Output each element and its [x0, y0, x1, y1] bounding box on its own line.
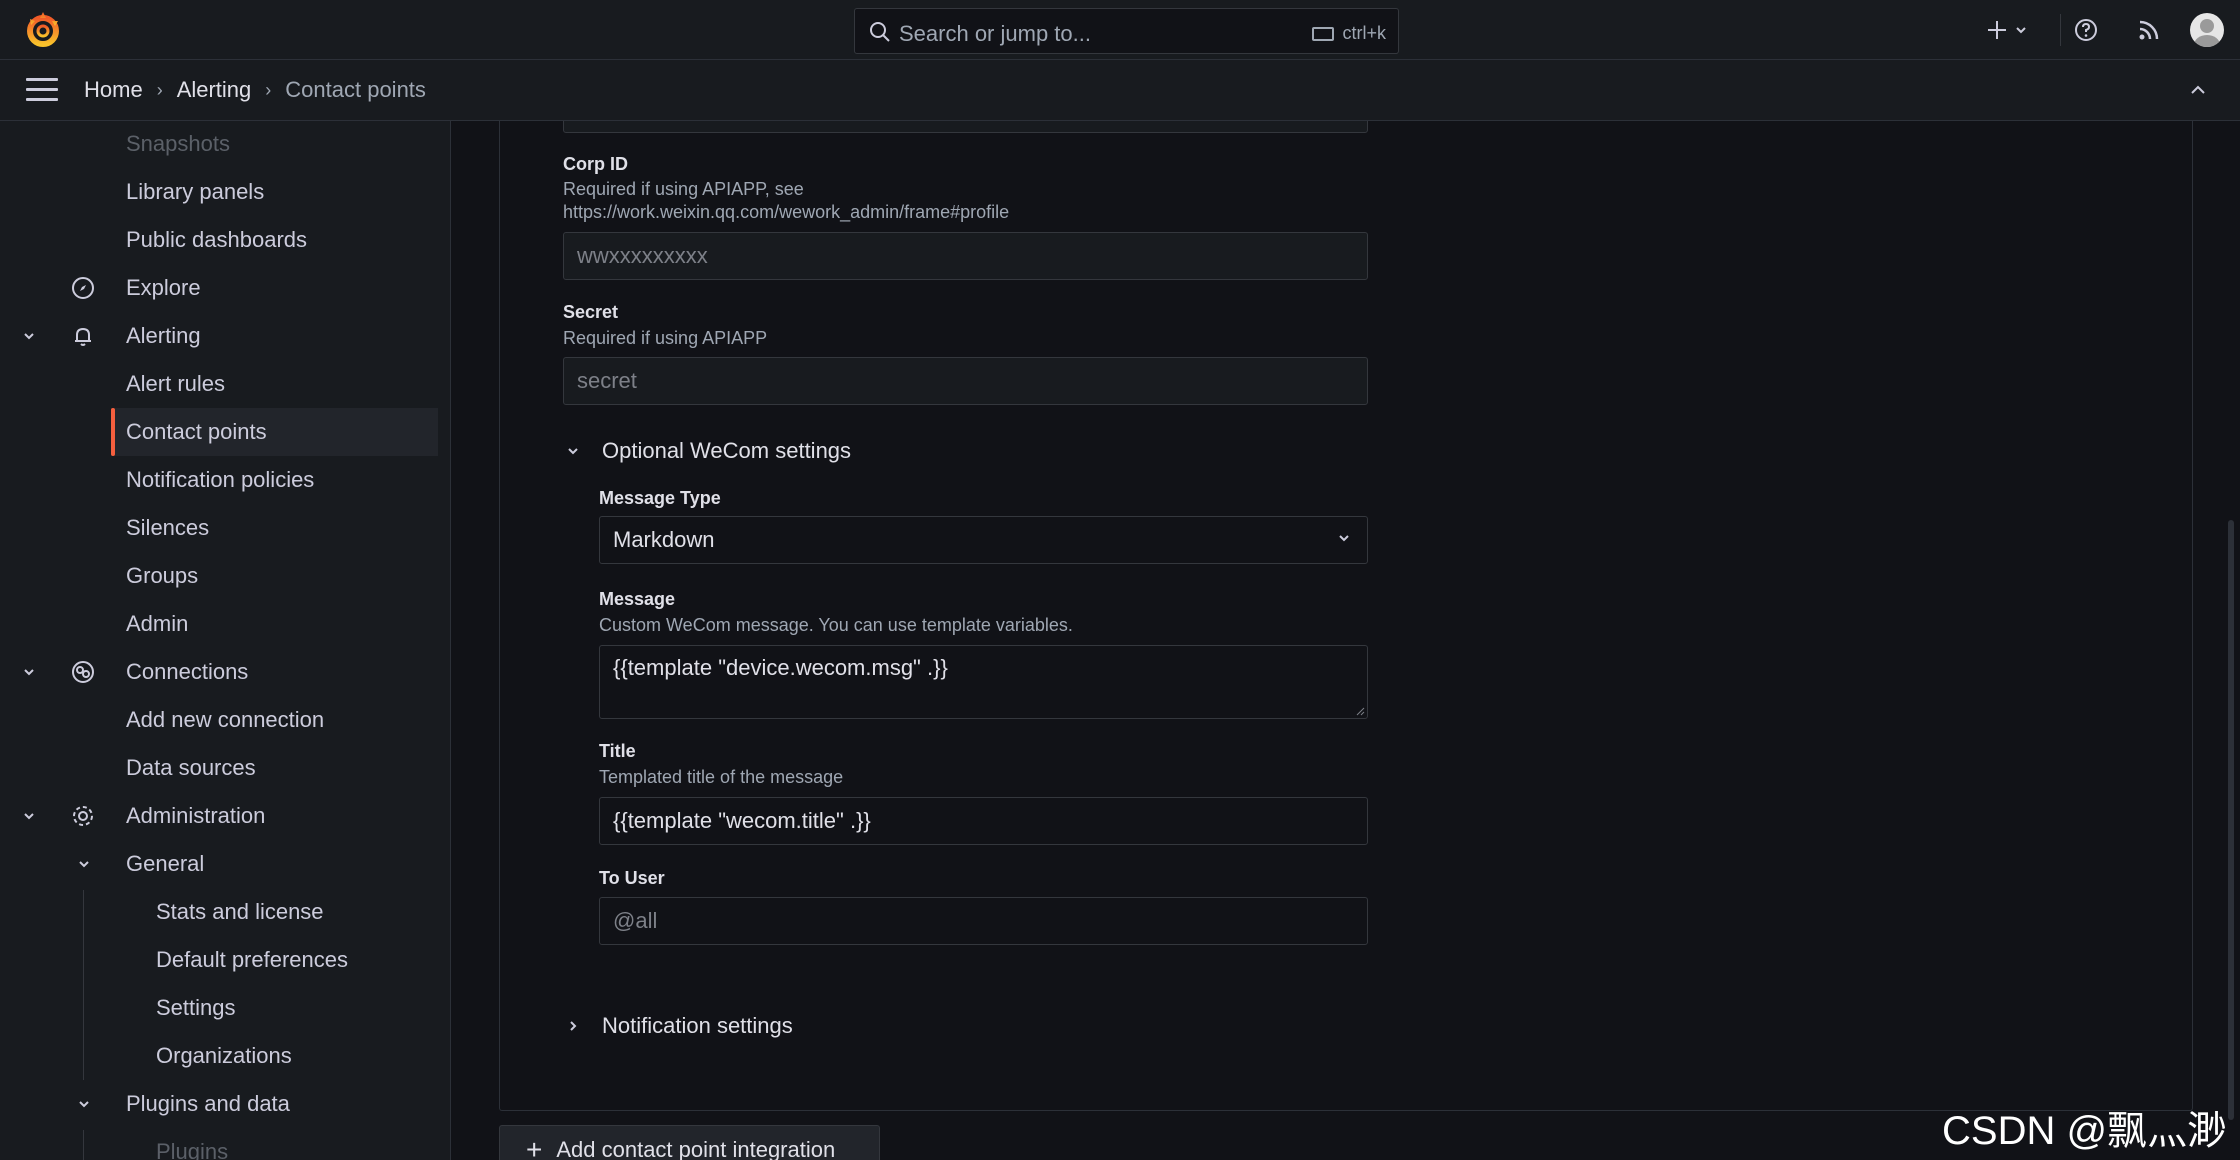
- user-avatar[interactable]: [2190, 13, 2224, 47]
- chevron-down-icon[interactable]: [22, 809, 36, 823]
- sidebar-item-alert-rules[interactable]: Alert rules: [0, 360, 440, 408]
- breadcrumb-separator-icon: ›: [156, 79, 163, 100]
- help-icon: [2075, 19, 2097, 41]
- sidebar-item-groups[interactable]: Groups: [0, 552, 440, 600]
- sidebar-item-administration[interactable]: Administration: [0, 792, 440, 840]
- sidebar-item-add-new-connection[interactable]: Add new connection: [0, 696, 440, 744]
- top-navbar: Search or jump to... ctrl+k: [0, 0, 2240, 60]
- sidebar-item-general[interactable]: General: [0, 840, 440, 888]
- sidebar-item-stats-and-license[interactable]: Stats and license: [0, 888, 440, 936]
- search-placeholder: Search or jump to...: [899, 21, 1091, 46]
- message-type-select[interactable]: Markdown: [599, 516, 1368, 564]
- new-menu-button[interactable]: [1986, 0, 2028, 60]
- title-description: Templated title of the message: [599, 767, 844, 787]
- message-textarea[interactable]: {{template "device.wecom.msg" .}}: [599, 645, 1368, 719]
- plus-icon: +: [526, 1134, 543, 1160]
- secret-description: Required if using APIAPP: [563, 328, 768, 348]
- sidebar-nav: Snapshots Library panels Public dashboar…: [0, 121, 451, 1160]
- menu-toggle-icon[interactable]: [26, 78, 58, 102]
- sidebar-item-admin[interactable]: Admin: [0, 600, 440, 648]
- secret-input[interactable]: secret: [563, 357, 1368, 405]
- breadcrumb-separator-icon: ›: [265, 79, 272, 100]
- grafana-logo-icon[interactable]: [22, 9, 64, 51]
- sidebar-item-plugins-and-data[interactable]: Plugins and data: [0, 1080, 440, 1128]
- sidebar-item-snapshots[interactable]: Snapshots: [0, 121, 440, 168]
- sidebar-item-settings[interactable]: Settings: [0, 984, 440, 1032]
- sidebar-item-public-dashboards[interactable]: Public dashboards: [0, 216, 440, 264]
- chevron-down-icon[interactable]: [22, 665, 36, 679]
- main-content: Corp ID Required if using APIAPP, see ht…: [451, 121, 2240, 1160]
- to-user-label: To User: [599, 868, 665, 888]
- sidebar-item-data-sources[interactable]: Data sources: [0, 744, 440, 792]
- breadcrumb-alerting[interactable]: Alerting: [177, 77, 252, 103]
- breadcrumb-contact-points: Contact points: [285, 77, 426, 102]
- sidebar-item-silences[interactable]: Silences: [0, 504, 440, 552]
- keyboard-icon: [1312, 26, 1335, 41]
- chevron-down-icon: [568, 448, 578, 455]
- chevron-up-icon[interactable]: [2186, 78, 2210, 102]
- sidebar-item-organizations[interactable]: Organizations: [0, 1032, 440, 1080]
- message-description: Custom WeCom message. You can use templa…: [599, 615, 1073, 635]
- chevron-down-icon[interactable]: [77, 857, 91, 871]
- sidebar-item-contact-points[interactable]: Contact points: [111, 408, 438, 456]
- breadcrumb: Home › Alerting › Contact points: [84, 77, 426, 103]
- chevron-down-icon[interactable]: [22, 329, 36, 343]
- news-button[interactable]: [2136, 0, 2162, 60]
- news-rss-icon: [2139, 20, 2159, 40]
- add-contact-point-integration-button[interactable]: + Add contact point integration: [499, 1125, 880, 1160]
- search-icon: [870, 22, 890, 42]
- secret-label: Secret: [563, 302, 619, 322]
- link-plug-icon: [72, 661, 94, 683]
- sidebar-item-library-panels[interactable]: Library panels: [0, 168, 440, 216]
- plus-icon: [1988, 21, 2006, 39]
- message-type-label: Message Type: [599, 488, 721, 508]
- message-label: Message: [599, 589, 676, 609]
- breadcrumb-bar: Home › Alerting › Contact points: [0, 60, 2240, 121]
- previous-field-input[interactable]: [563, 121, 1368, 133]
- chevron-down-icon[interactable]: [77, 1097, 91, 1111]
- corp-id-description: Required if using APIAPP, see https://wo…: [563, 179, 1010, 222]
- toolbar-divider: [2060, 14, 2061, 46]
- page-scrollbar[interactable]: [2228, 520, 2234, 1120]
- csdn-watermark: CSDN @飘灬渺: [1942, 1109, 2228, 1153]
- corp-id-input[interactable]: wwxxxxxxxxx: [563, 232, 1368, 280]
- resize-handle-icon[interactable]: [1355, 706, 1365, 716]
- help-button[interactable]: [2073, 0, 2099, 60]
- sidebar-item-explore[interactable]: Explore: [0, 264, 440, 312]
- search-shortcut: ctrl+k: [1342, 23, 1386, 43]
- chevron-right-icon: [570, 1021, 577, 1031]
- breadcrumb-home[interactable]: Home: [84, 77, 143, 103]
- gear-icon: [73, 806, 93, 826]
- corp-id-label: Corp ID: [563, 154, 628, 174]
- bell-icon: [75, 327, 91, 346]
- optional-wecom-settings-toggle[interactable]: Optional WeCom settings: [566, 438, 851, 464]
- chevron-down-icon: [1339, 535, 1349, 542]
- title-input[interactable]: {{template "wecom.title" .}}: [599, 797, 1368, 845]
- sidebar-item-alerting[interactable]: Alerting: [0, 312, 440, 360]
- notification-settings-toggle[interactable]: Notification settings: [566, 1013, 793, 1039]
- title-label: Title: [599, 741, 636, 761]
- to-user-input[interactable]: @all: [599, 897, 1368, 945]
- chevron-down-icon: [2016, 27, 2026, 34]
- sidebar-item-default-preferences[interactable]: Default preferences: [0, 936, 440, 984]
- sidebar-item-plugins[interactable]: Plugins: [0, 1128, 440, 1160]
- compass-icon: [72, 277, 94, 299]
- contact-point-integration-card: Corp ID Required if using APIAPP, see ht…: [499, 121, 2193, 1111]
- sidebar-item-connections[interactable]: Connections: [0, 648, 440, 696]
- search-bar[interactable]: Search or jump to... ctrl+k: [854, 8, 1399, 54]
- sidebar-item-notification-policies[interactable]: Notification policies: [0, 456, 440, 504]
